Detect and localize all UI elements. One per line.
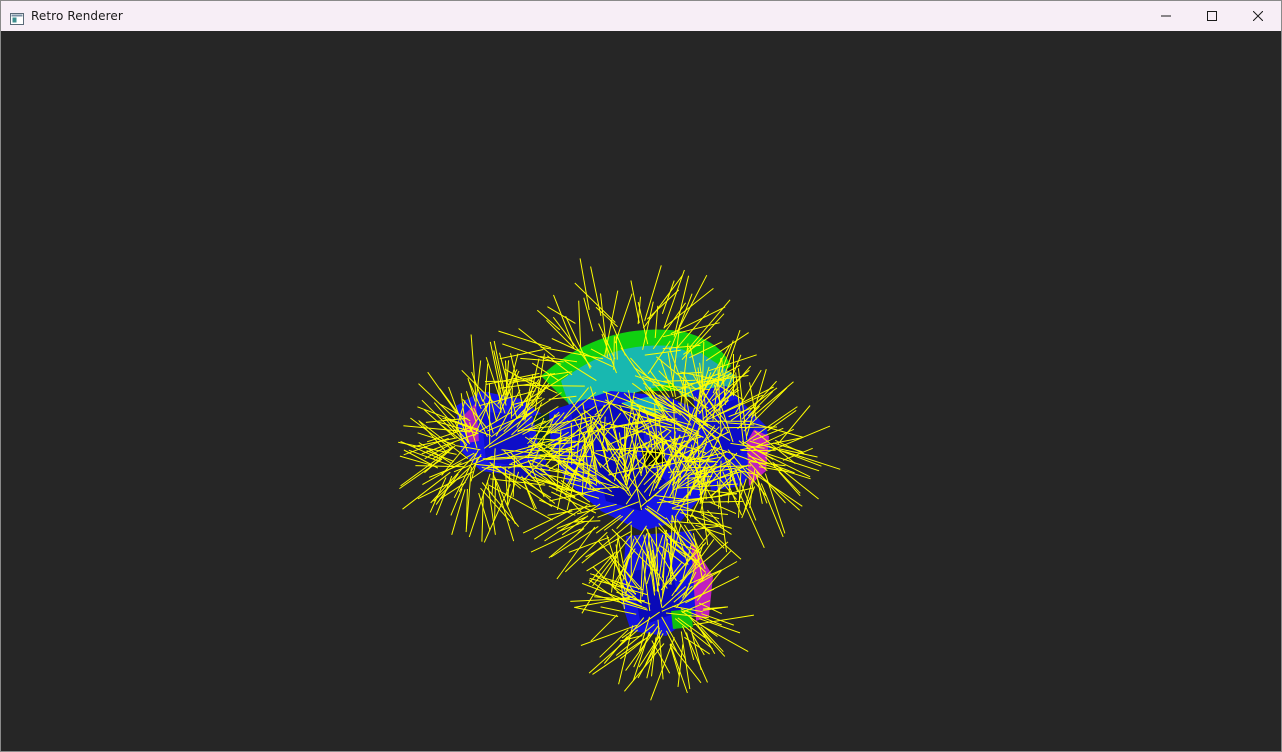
- monkey-head-mesh: [456, 329, 771, 636]
- normal-line: [661, 280, 675, 314]
- window-controls: [1143, 1, 1281, 31]
- normal-line: [433, 465, 472, 502]
- normal-line: [492, 472, 515, 542]
- normal-line: [578, 300, 582, 349]
- normal-line: [682, 460, 714, 463]
- normal-line: [547, 306, 576, 324]
- maximize-button[interactable]: [1189, 1, 1235, 31]
- normal-line: [646, 289, 680, 320]
- normal-line: [630, 280, 640, 324]
- normal-line: [530, 528, 581, 553]
- normal-line: [588, 551, 616, 584]
- normal-line: [785, 451, 841, 470]
- normal-line: [603, 515, 624, 531]
- normal-line: [410, 417, 452, 450]
- normal-line: [478, 492, 491, 531]
- normal-line: [539, 499, 576, 516]
- window-title: Retro Renderer: [31, 9, 123, 23]
- normal-line: [400, 448, 451, 487]
- normal-line: [546, 319, 575, 349]
- normal-line: [494, 477, 516, 525]
- maximize-icon: [1207, 11, 1217, 21]
- normal-line: [590, 266, 602, 317]
- normal-line: [483, 483, 511, 543]
- app-window: Retro Renderer: [0, 0, 1282, 752]
- normal-line: [439, 481, 466, 500]
- normal-line: [536, 309, 561, 331]
- normal-line: [573, 606, 619, 617]
- normal-line: [550, 525, 599, 558]
- normal-line: [402, 471, 451, 510]
- normal-line: [547, 510, 573, 516]
- normal-line: [777, 405, 811, 445]
- minimize-button[interactable]: [1143, 1, 1189, 31]
- normal-line: [708, 501, 737, 515]
- close-icon: [1253, 11, 1263, 21]
- normal-line: [644, 265, 662, 321]
- normal-line: [673, 275, 690, 337]
- render-canvas[interactable]: [1, 31, 1281, 751]
- normal-line: [595, 514, 621, 534]
- normal-line: [484, 380, 532, 382]
- render-viewport[interactable]: [1, 31, 1281, 751]
- normal-line: [764, 473, 786, 534]
- normal-line: [573, 520, 601, 523]
- minimize-icon: [1161, 15, 1171, 17]
- normal-line: [588, 629, 639, 674]
- title-bar[interactable]: Retro Renderer: [1, 1, 1281, 31]
- close-button[interactable]: [1235, 1, 1281, 31]
- normal-line: [468, 473, 491, 538]
- app-window-icon: [10, 10, 24, 25]
- normal-line: [701, 500, 744, 503]
